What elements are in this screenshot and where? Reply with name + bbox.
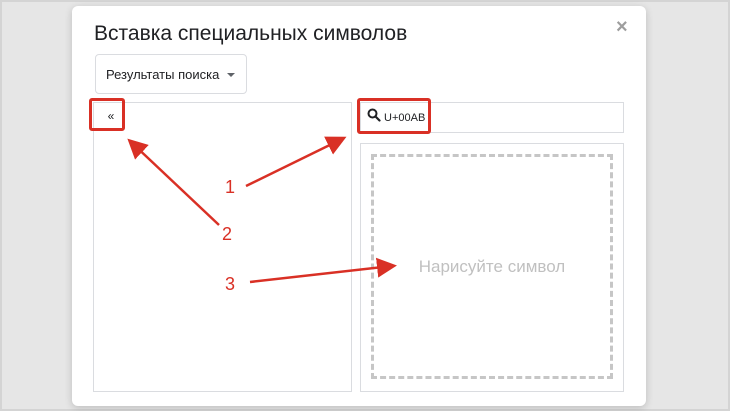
- annotation-arrow-1: [245, 136, 347, 188]
- annotation-arrow-3: [249, 257, 397, 284]
- annotation-label-3: 3: [225, 274, 236, 294]
- annotation-arrow-2: [127, 138, 220, 226]
- annotation-label-1: 1: [225, 177, 236, 197]
- annotation-arrows: [127, 136, 397, 284]
- annotation-label-2: 2: [222, 224, 233, 244]
